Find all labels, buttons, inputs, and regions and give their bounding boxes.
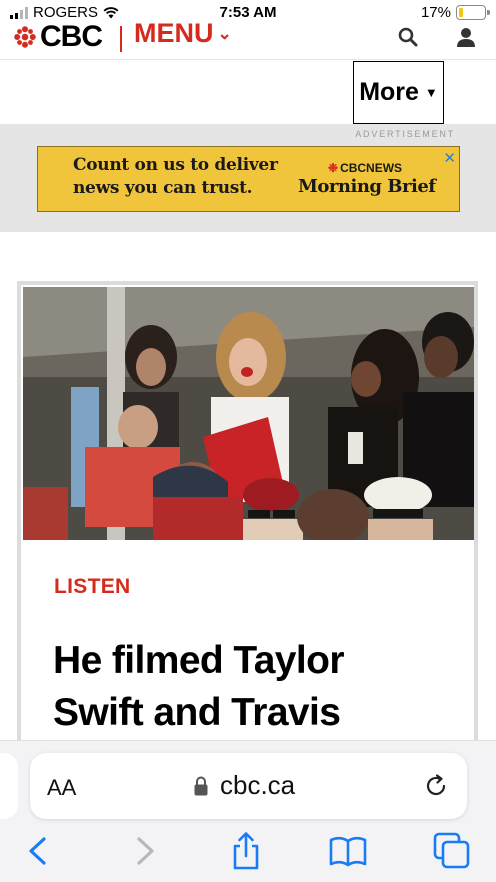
article-photo[interactable]: [23, 287, 474, 540]
ad-banner[interactable]: Count on us to deliver news you can trus…: [37, 146, 460, 212]
ad-line-1: Count on us to deliver: [73, 155, 278, 175]
previous-tab-preview[interactable]: [0, 753, 18, 819]
menu-label: MENU: [134, 18, 214, 48]
close-icon[interactable]: ✕: [443, 149, 456, 167]
ad-line-2: news you can trust.: [73, 178, 253, 198]
search-icon[interactable]: [397, 26, 419, 48]
address-bar[interactable]: AA cbc.ca: [30, 753, 467, 819]
battery-percent: 17%: [420, 4, 451, 21]
cbc-logo[interactable]: CBC: [40, 20, 103, 54]
status-right: 17%: [420, 4, 490, 21]
headline-line-1: He filmed Taylor: [53, 639, 345, 682]
bookmarks-icon[interactable]: [328, 831, 368, 871]
ad-zone: ADVERTISEMENT Count on us to deliver new…: [0, 124, 496, 232]
share-icon[interactable]: [226, 831, 266, 871]
text-size-button[interactable]: AA: [47, 775, 76, 801]
headline-line-2: Swift and Travis: [53, 691, 341, 734]
browser-chrome: AA cbc.ca: [0, 740, 496, 882]
ad-label: ADVERTISEMENT: [355, 129, 455, 139]
reload-icon[interactable]: [423, 773, 449, 799]
article-card[interactable]: LISTEN He filmed Taylor Swift and Travis: [17, 281, 478, 751]
article-kicker[interactable]: LISTEN: [54, 575, 130, 599]
user-account-icon[interactable]: [455, 26, 477, 48]
lock-icon: [194, 776, 208, 796]
tabs-icon[interactable]: [432, 831, 472, 871]
battery-icon: [456, 5, 490, 20]
cbc-gem-icon: ❉: [328, 161, 339, 175]
more-label: More: [359, 78, 419, 106]
ad-brand-name: CBCNEWS: [340, 161, 403, 175]
url-text[interactable]: cbc.ca: [220, 770, 295, 801]
ad-product: Morning Brief: [298, 176, 436, 197]
back-icon[interactable]: [18, 831, 58, 871]
ad-brand: ❉ CBCNEWS: [328, 161, 402, 175]
more-button[interactable]: More ▼: [353, 61, 444, 124]
text-size-label: AA: [47, 775, 77, 800]
site-header: CBC MENU ⌄: [0, 18, 496, 60]
header-divider: [120, 26, 122, 52]
ad-tagline: Count on us to deliver news you can trus…: [73, 154, 278, 200]
browser-toolbar: [0, 831, 496, 871]
article-headline[interactable]: He filmed Taylor Swift and Travis: [53, 635, 463, 739]
chevron-down-icon: ⌄: [217, 23, 232, 43]
forward-icon[interactable]: [125, 831, 165, 871]
chevron-down-icon: ▼: [424, 85, 438, 100]
cbc-gem-icon[interactable]: [14, 26, 36, 48]
menu-button[interactable]: MENU ⌄: [134, 18, 232, 49]
